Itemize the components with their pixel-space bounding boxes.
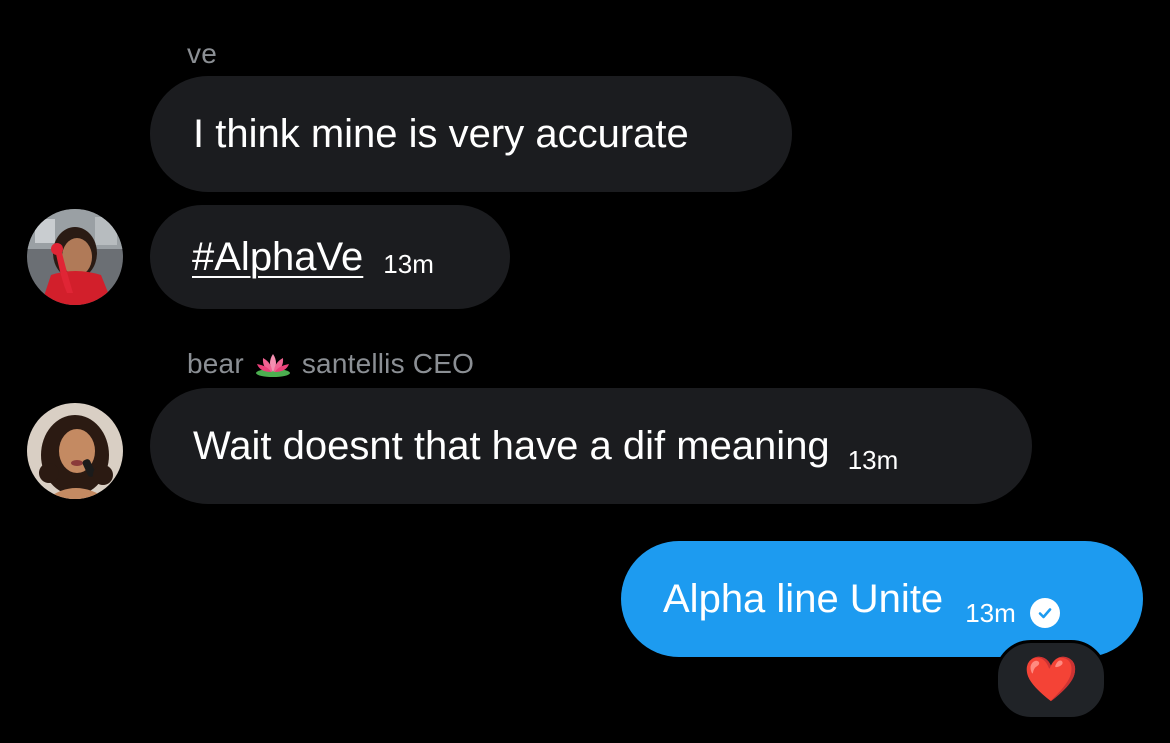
message-timestamp: 13m	[383, 248, 434, 279]
message-text: I think mine is very accurate	[193, 111, 689, 156]
avatar-bear[interactable]	[27, 403, 123, 499]
heart-reaction[interactable]: ❤️	[995, 640, 1107, 720]
sender-name-suffix: santellis CEO	[301, 348, 475, 379]
avatar-ve[interactable]	[27, 209, 123, 305]
message-bubble[interactable]: #AlphaVe 13m	[150, 205, 510, 309]
message-timestamp: 13m	[847, 444, 899, 475]
heart-icon: ❤️	[1023, 655, 1079, 704]
lotus-icon	[254, 351, 292, 377]
seen-check-icon	[1029, 598, 1060, 628]
avatar-image	[27, 209, 123, 305]
sender-name-label: ve	[187, 38, 217, 69]
message-bubble[interactable]: I think mine is very accurate	[150, 76, 792, 192]
message-text: Wait doesnt that have a dif meaning	[193, 423, 830, 468]
message-text: Alpha line Unite	[663, 576, 944, 621]
sender-name-ve: ve	[187, 38, 217, 70]
sender-name-bear: bear santellis CEO	[187, 348, 474, 380]
avatar-image	[27, 403, 123, 499]
message-timestamp: 13m	[965, 597, 1016, 628]
sender-name-label: bear	[187, 348, 244, 379]
hashtag-link[interactable]: #AlphaVe	[192, 235, 363, 280]
message-bubble[interactable]: Wait doesnt that have a dif meaning 13m	[150, 388, 1032, 504]
